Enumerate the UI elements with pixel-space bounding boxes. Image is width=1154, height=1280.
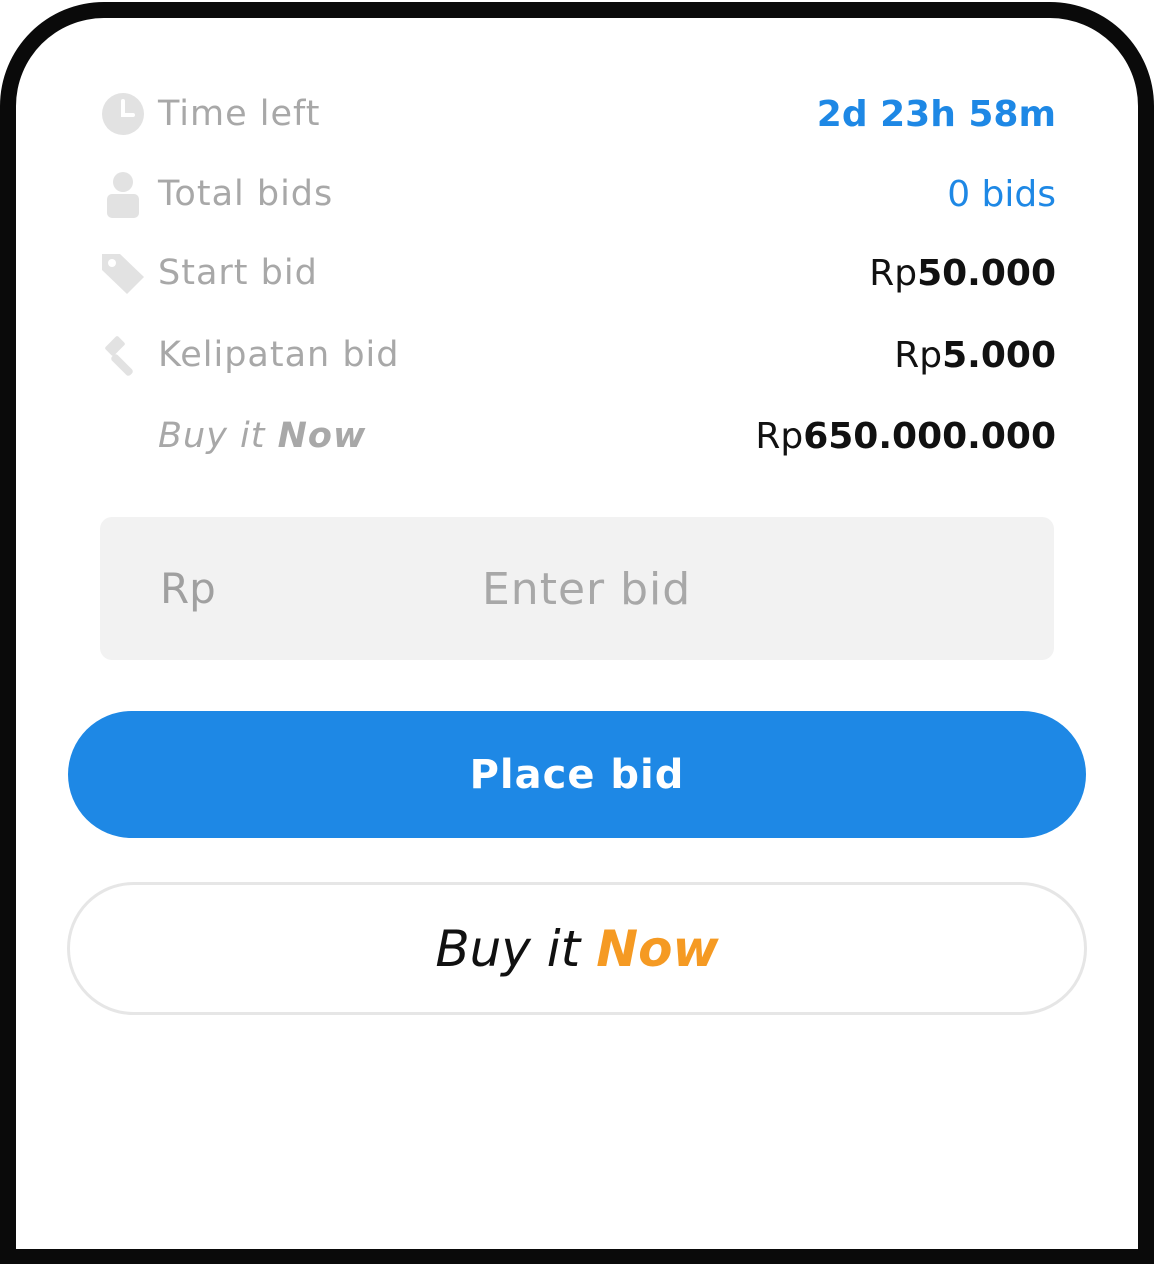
total-bids-value: 0 bids: [947, 173, 1056, 215]
gavel-icon: [100, 332, 146, 378]
tag-icon: [100, 250, 146, 296]
bid-input[interactable]: [480, 517, 1024, 662]
start-bid-value: Rp50.000: [869, 253, 1056, 294]
buy-it-now-button[interactable]: Buy it Now: [67, 882, 1087, 1015]
start-bid-label: Start bid: [158, 253, 318, 293]
start-bid-row: Start bid Rp50.000: [100, 243, 1056, 303]
buy-it-now-button-accent: Now: [596, 919, 719, 978]
buy-it-now-value: Rp650.000.000: [755, 416, 1056, 457]
total-bids-row: Total bids 0 bids: [100, 164, 1056, 224]
buy-it-now-icon-spacer: [100, 413, 146, 459]
place-bid-button[interactable]: Place bid: [68, 711, 1086, 838]
bid-input-field[interactable]: Rp: [100, 517, 1054, 662]
buy-it-now-label-part2: Now: [277, 416, 367, 456]
bid-increment-currency: Rp: [894, 334, 943, 376]
bid-input-currency: Rp: [160, 564, 216, 613]
bid-increment-row: Kelipatan bid Rp5.000: [100, 325, 1056, 385]
time-left-label: Time left: [158, 94, 321, 134]
buy-it-now-row: Buy it Now Rp650.000.000: [100, 406, 1056, 466]
clock-icon: [100, 91, 146, 137]
buy-it-now-currency: Rp: [755, 415, 804, 457]
buy-it-now-label-part1: Buy it: [158, 416, 266, 456]
time-left-row: Time left 2d 23h 58m: [100, 84, 1056, 144]
total-bids-label: Total bids: [158, 174, 334, 214]
start-bid-amount: 50.000: [917, 252, 1056, 294]
buy-it-now-button-text: Buy it: [435, 919, 581, 978]
start-bid-currency: Rp: [869, 252, 918, 294]
bid-increment-value: Rp5.000: [894, 335, 1056, 376]
buy-it-now-label: Buy it Now: [158, 416, 366, 456]
time-left-value: 2d 23h 58m: [816, 93, 1056, 135]
bid-increment-amount: 5.000: [942, 334, 1056, 376]
user-icon: [100, 171, 146, 218]
bid-increment-label: Kelipatan bid: [158, 335, 400, 375]
buy-it-now-amount: 650.000.000: [803, 415, 1056, 457]
